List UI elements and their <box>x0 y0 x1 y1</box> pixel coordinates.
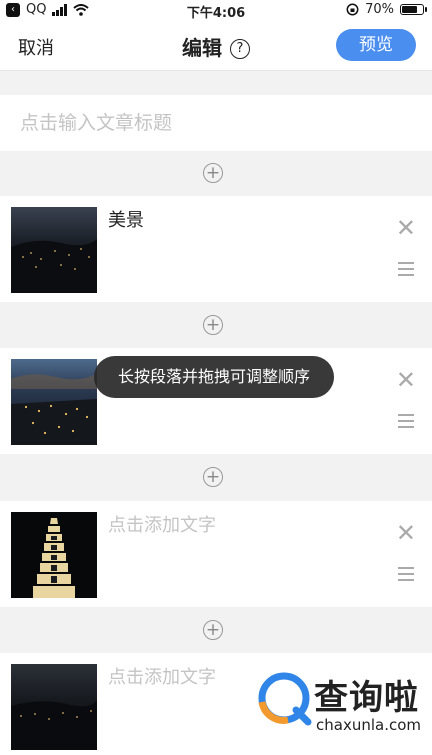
content-block[interactable]: 美景 ✕ <box>0 196 432 302</box>
watermark-cn: 查询啦 <box>314 678 419 718</box>
block-image[interactable] <box>11 359 97 445</box>
status-bar: ‹ QQ 下午4:06 70% <box>0 0 432 21</box>
add-block-button[interactable]: + <box>203 467 223 487</box>
content-block[interactable]: 点击添加文字 ✕ <box>0 501 432 607</box>
drag-handle-icon[interactable] <box>398 414 414 432</box>
add-block-button[interactable]: + <box>203 315 223 335</box>
block-text[interactable]: 美景 <box>108 206 144 232</box>
close-icon[interactable]: ✕ <box>396 216 416 240</box>
plus-circle-icon: + <box>205 467 221 487</box>
block-image[interactable] <box>11 664 97 750</box>
status-right: 70% <box>346 2 427 17</box>
block-image[interactable] <box>11 207 97 293</box>
plus-circle-icon: + <box>205 620 221 640</box>
plus-circle-icon: + <box>205 163 221 183</box>
drag-handle-icon[interactable] <box>398 262 414 280</box>
drag-handle-icon[interactable] <box>398 567 414 585</box>
nav-bar: 取消 编辑? 预览 <box>0 20 432 71</box>
watermark-en: chaxunla.com <box>316 716 421 734</box>
article-title-field <box>0 95 432 151</box>
article-title-input[interactable] <box>18 111 422 135</box>
reorder-hint-toast: 长按段落并拖拽可调整顺序 <box>94 356 334 398</box>
close-icon[interactable]: ✕ <box>396 368 416 392</box>
block-text[interactable]: 点击添加文字 <box>108 511 216 537</box>
block-text[interactable]: 点击添加文字 <box>108 663 216 689</box>
add-block-button[interactable]: + <box>203 620 223 640</box>
block-image[interactable] <box>11 512 97 598</box>
add-block-button[interactable]: + <box>203 163 223 183</box>
battery-percent: 70% <box>365 2 394 17</box>
help-icon[interactable]: ? <box>230 39 250 59</box>
page-title: 编辑 <box>182 36 222 60</box>
close-icon[interactable]: ✕ <box>396 521 416 545</box>
battery-icon <box>400 4 427 15</box>
watermark: 查询啦 chaxunla.com <box>258 668 432 755</box>
plus-circle-icon: + <box>205 315 221 335</box>
magnifier-logo-icon <box>258 672 312 726</box>
orientation-lock-icon <box>346 3 359 16</box>
preview-button[interactable]: 预览 <box>336 29 416 61</box>
